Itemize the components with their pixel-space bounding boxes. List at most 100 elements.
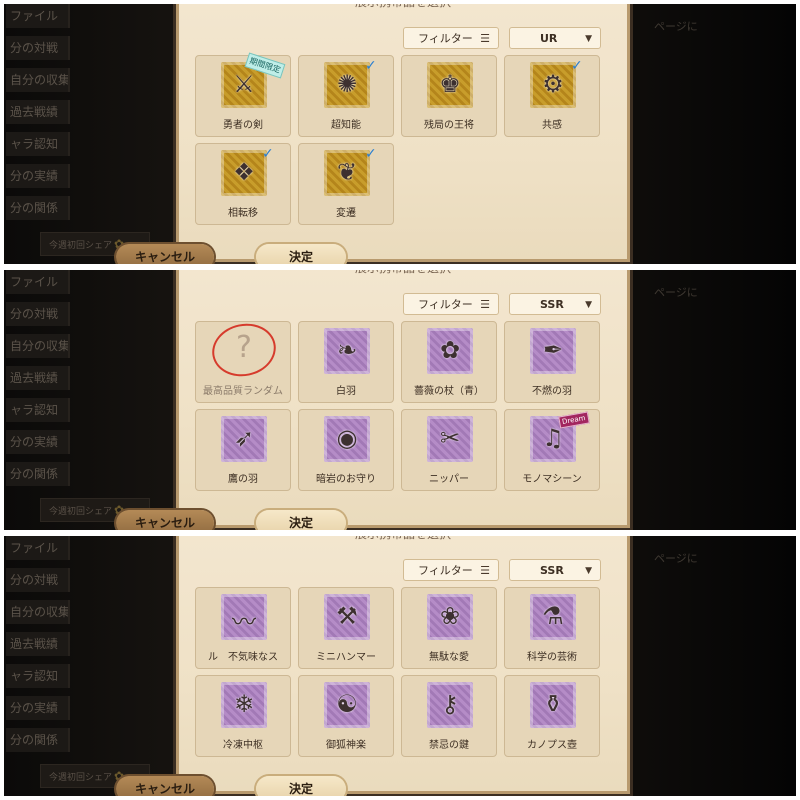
item-card[interactable]: ◉ 暗岩のお守り <box>298 409 394 491</box>
item-card[interactable]: ⚒ ミニハンマー <box>298 587 394 669</box>
side-menu-item[interactable]: 自分の収集 <box>6 334 70 358</box>
item-name: 相転移 <box>228 208 258 219</box>
key-icon: ⚷ <box>441 690 459 718</box>
item-name: 暗岩のお守り <box>316 474 376 485</box>
side-menu-item[interactable]: 過去戦績 <box>6 100 70 124</box>
item-card[interactable]: ☯ 御狐神楽 <box>298 675 394 757</box>
confirm-button[interactable]: 決定 <box>256 510 346 530</box>
side-menu-item[interactable]: 分の関係 <box>6 728 70 752</box>
item-card[interactable]: ✒ 不燃の羽 <box>504 321 600 403</box>
item-stamp: ☯ <box>324 682 370 728</box>
rarity-dropdown[interactable]: SSR ▼ <box>509 293 601 315</box>
rarity-dropdown[interactable]: SSR ▼ <box>509 559 601 581</box>
item-name: 不燃の羽 <box>532 386 572 397</box>
item-stamp: ✂ <box>427 416 473 462</box>
item-stamp: ♚ <box>427 62 473 108</box>
side-menu-item[interactable]: 分の関係 <box>6 462 70 486</box>
item-stamp: ? <box>221 328 267 374</box>
side-menu-item[interactable]: ャラ認知 <box>6 398 70 422</box>
side-menu-item[interactable]: 分の対戦 <box>6 302 70 326</box>
side-menu-item[interactable]: 分の関係 <box>6 196 70 220</box>
screenshot-panel: ファイル 分の対戦 自分の収集 過去戦績 ャラ認知 分の実績 分の関係 今週初回シェア ✿ ページ… <box>4 536 796 796</box>
filter-label: フィルター <box>418 298 473 311</box>
dialog-title: 展示携帯品を選択 <box>179 4 627 10</box>
item-name: 冷凍中枢 <box>223 740 263 751</box>
cancel-button[interactable]: キャンセル <box>116 510 214 530</box>
item-card[interactable]: ♫ Dream モノマシーン <box>504 409 600 491</box>
side-menu-item[interactable]: ャラ認知 <box>6 132 70 156</box>
brain-icon: ✺ <box>336 70 358 98</box>
cancel-button[interactable]: キャンセル <box>116 776 214 796</box>
item-card[interactable]: ❧ 白羽 <box>298 321 394 403</box>
item-stamp: 〰 <box>221 594 267 640</box>
side-menu-item[interactable]: 分の実績 <box>6 430 70 454</box>
nippers-icon: ✂ <box>439 424 461 452</box>
item-card[interactable]: ❖ ✓ 相転移 <box>195 143 291 225</box>
item-card[interactable]: ✿ 薔薇の杖（青） <box>401 321 497 403</box>
item-stamp: ❖ <box>221 150 267 196</box>
side-menu-item[interactable]: 自分の収集 <box>6 68 70 92</box>
item-card[interactable]: ❄ 冷凍中枢 <box>195 675 291 757</box>
dialog-title: 展示携帯品を選択 <box>179 536 627 542</box>
side-menu-item[interactable]: 過去戦績 <box>6 366 70 390</box>
item-name: 変遷 <box>336 208 356 219</box>
feather-icon: ❧ <box>336 336 358 364</box>
item-grid: 〰ル 不気味なス ⚒ ミニハンマー ❀ 無駄な愛 ⚗ 科学の芸術 ❄ 冷凍中枢 ☯ 御狐神楽 ⚷ 禁忌の… <box>195 587 609 763</box>
item-stamp: ➶ <box>221 416 267 462</box>
skin-tag: Dream <box>558 411 590 429</box>
side-menu-item[interactable]: 分の対戦 <box>6 36 70 60</box>
item-stamp: ⚷ <box>427 682 473 728</box>
side-menu-item[interactable]: 自分の収集 <box>6 600 70 624</box>
item-card[interactable]: ✂ ニッパー <box>401 409 497 491</box>
item-card[interactable]: ❀ 無駄な愛 <box>401 587 497 669</box>
rarity-value: SSR <box>540 564 564 577</box>
chevron-down-icon: ▼ <box>585 34 592 44</box>
share-label: 今週初回シェア <box>49 507 113 517</box>
side-menu-item[interactable]: ファイル <box>6 536 70 560</box>
item-card[interactable]: ⚔ 期間限定 勇者の剣 <box>195 52 291 137</box>
rarity-dropdown[interactable]: UR ▼ <box>509 27 601 49</box>
item-stamp: ◉ <box>324 416 370 462</box>
confirm-button[interactable]: 決定 <box>256 776 346 796</box>
list-filter-icon: ☰ <box>480 32 490 45</box>
side-menu: ファイル分の対戦自分の収集過去戦績ャラ認知分の実績分の関係 <box>6 536 146 760</box>
item-name: ニッパー <box>429 474 469 485</box>
item-card[interactable]: ❦ ✓ 変遷 <box>298 143 394 225</box>
side-menu-item[interactable]: 過去戦績 <box>6 632 70 656</box>
item-name: ル 不気味なス <box>208 652 278 663</box>
list-filter-icon: ☰ <box>480 564 490 577</box>
filter-button[interactable]: フィルター ☰ <box>403 27 499 49</box>
item-card[interactable]: ⚗ 科学の芸術 <box>504 587 600 669</box>
side-menu-item[interactable]: 分の実績 <box>6 696 70 720</box>
side-menu-item[interactable]: ャラ認知 <box>6 664 70 688</box>
chevron-down-icon: ▼ <box>585 300 592 310</box>
item-card[interactable]: ✺ ✓ 超知能 <box>298 55 394 137</box>
item-stamp: ✒ <box>530 328 576 374</box>
item-stamp: ✺ <box>324 62 370 108</box>
side-menu-item[interactable]: 分の対戦 <box>6 568 70 592</box>
confirm-button[interactable]: 決定 <box>256 244 346 264</box>
item-name: モノマシーン <box>522 474 582 485</box>
item-card[interactable]: ? 最高品質ランダム <box>195 317 291 403</box>
question-mark-icon: ? <box>236 330 252 365</box>
rarity-value: SSR <box>540 298 564 311</box>
item-card[interactable]: ♚ 残局の王将 <box>401 55 497 137</box>
item-card[interactable]: 〰ル 不気味なス <box>195 587 291 669</box>
item-row: 〰ル 不気味なス ⚒ ミニハンマー ❀ 無駄な愛 ⚗ 科学の芸術 <box>195 587 609 669</box>
cancel-button[interactable]: キャンセル <box>116 244 214 264</box>
side-menu-item[interactable]: ファイル <box>6 270 70 294</box>
filter-button[interactable]: フィルター ☰ <box>403 293 499 315</box>
item-name: 共感 <box>542 120 562 131</box>
filter-button[interactable]: フィルター ☰ <box>403 559 499 581</box>
item-stamp: ❦ <box>324 150 370 196</box>
music-box-icon: ♫ <box>542 424 564 452</box>
item-stamp: ✿ <box>427 328 473 374</box>
share-label: 今週初回シェア <box>49 241 113 251</box>
side-menu-item[interactable]: 分の実績 <box>6 164 70 188</box>
item-card[interactable]: ➶ 鷹の羽 <box>195 409 291 491</box>
item-card[interactable]: ⚙ ✓ 共感 <box>504 55 600 137</box>
item-card[interactable]: ⚱ カノプス壺 <box>504 675 600 757</box>
side-menu-item[interactable]: ファイル <box>6 4 70 28</box>
item-name: 御狐神楽 <box>326 740 366 751</box>
item-card[interactable]: ⚷ 禁忌の鍵 <box>401 675 497 757</box>
